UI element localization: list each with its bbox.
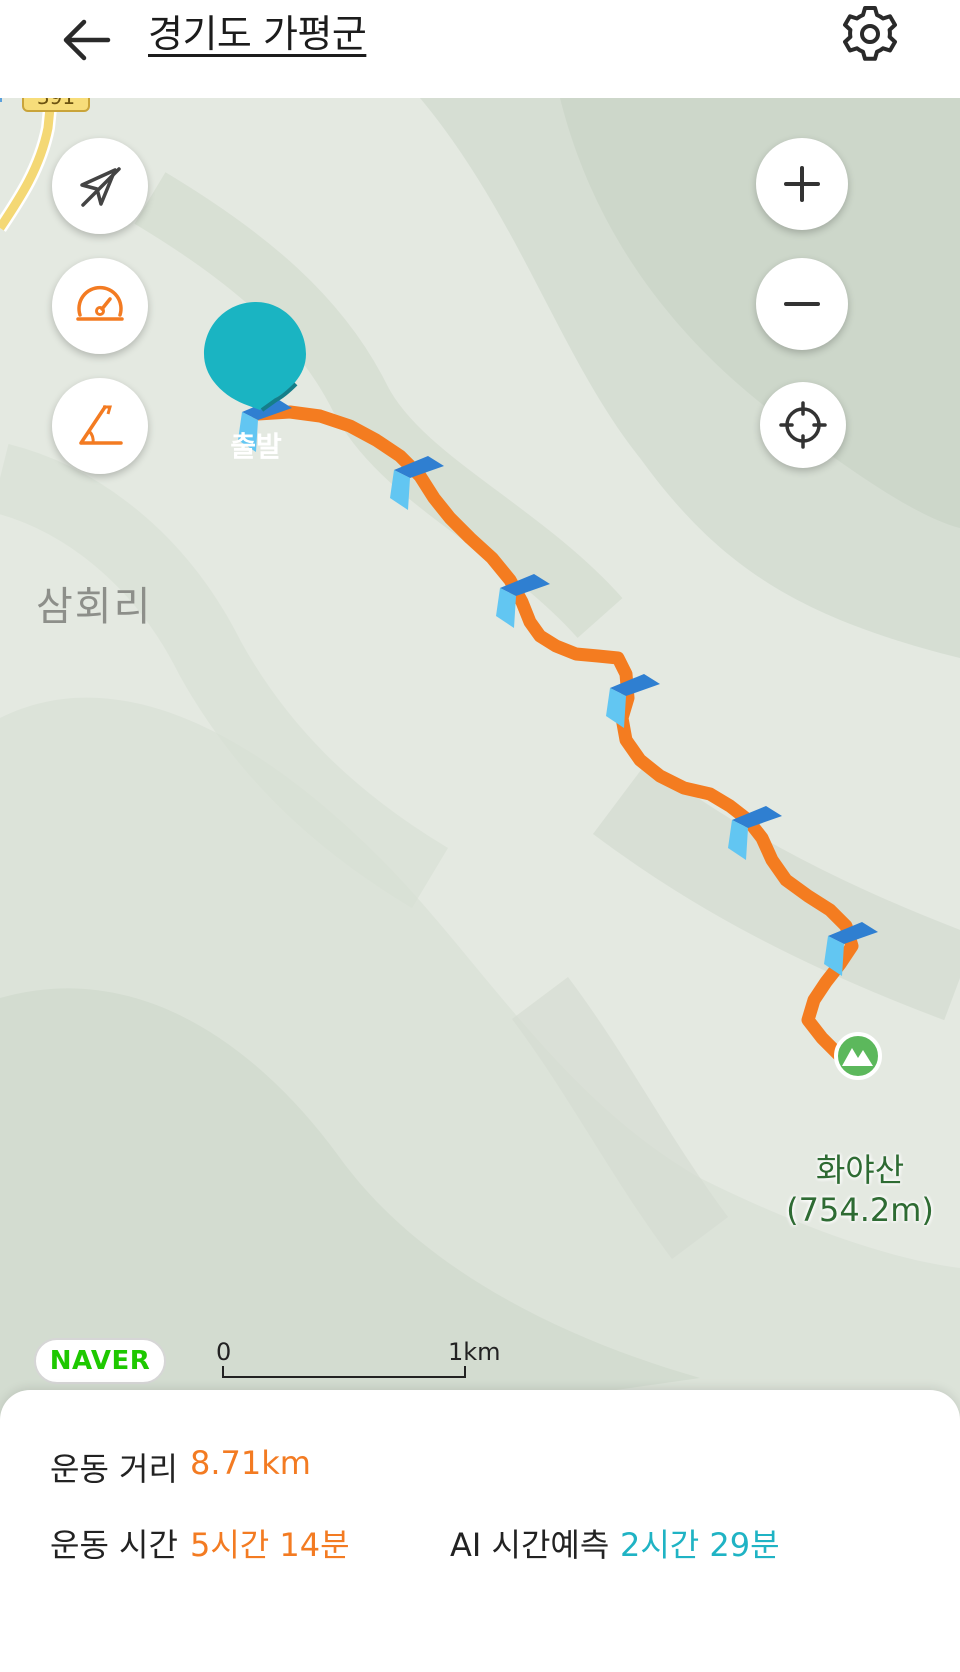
speed-button[interactable] — [52, 258, 148, 354]
naver-logo[interactable]: NAVER — [34, 1338, 166, 1384]
ai-estimate-label: AI 시간예측 — [450, 1526, 610, 1564]
slope-angle-icon — [79, 405, 123, 445]
scale-bar — [222, 1366, 466, 1378]
time-value: 5시간 14분 — [190, 1526, 350, 1564]
map-view[interactable]: 출발 화야산 (754.2m) 삼회리 — [0, 98, 960, 1478]
time-label: 운동 시간 — [50, 1526, 178, 1564]
slope-button[interactable] — [52, 378, 148, 474]
zoom-out-button[interactable] — [756, 258, 848, 350]
distance-value: 8.71km — [190, 1444, 311, 1482]
current-location-button[interactable] — [760, 382, 846, 468]
arrow-left-icon — [63, 19, 111, 61]
stats-sheet: 운동 거리 8.71km 운동 시간 5시간 14분 AI 시간예측 2시간 2… — [0, 1390, 960, 1672]
scale-start-label: 0 — [216, 1338, 232, 1366]
peak-elevation: (754.2m) — [786, 1191, 934, 1229]
gear-icon — [843, 6, 897, 61]
zoom-out-icon — [784, 302, 820, 306]
page-title[interactable]: 경기도 가평군 — [148, 8, 367, 60]
settings-button[interactable] — [838, 2, 902, 66]
compass-off-icon — [80, 167, 121, 207]
place-label: 삼회리 — [36, 584, 153, 630]
scale-end-label: 1km — [448, 1338, 501, 1366]
road-number-badge: 391 — [22, 98, 90, 112]
current-location-icon — [779, 401, 827, 449]
peak-name[interactable]: 화야산 — [770, 1150, 950, 1190]
distance-label: 운동 거리 — [50, 1450, 178, 1488]
top-bar: 경기도 가평군 — [0, 0, 960, 98]
compass-toggle-button[interactable] — [52, 138, 148, 234]
zoom-in-icon — [784, 166, 820, 202]
speedometer-icon — [76, 285, 124, 321]
ai-estimate-value: 2시간 29분 — [620, 1526, 780, 1564]
back-button[interactable] — [56, 8, 120, 72]
zoom-in-button[interactable] — [756, 138, 848, 230]
